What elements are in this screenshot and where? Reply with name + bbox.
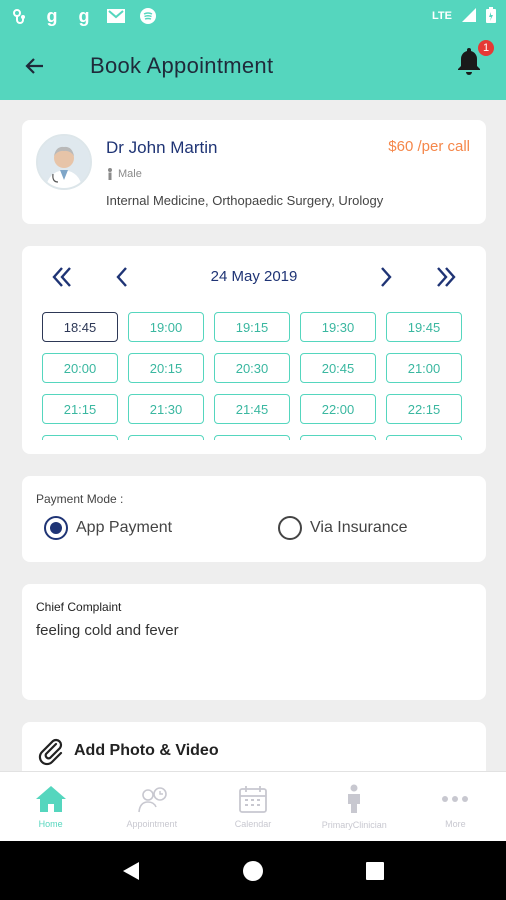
- time-slot[interactable]: 23:30: [386, 435, 462, 440]
- notification-icons: g g: [10, 6, 158, 26]
- system-navigation-bar: [0, 841, 506, 900]
- app-payment-option[interactable]: App Payment: [44, 516, 172, 540]
- doctor-card: Dr John Martin $60 /per call Male Intern…: [22, 120, 486, 224]
- time-slot-card: 24 May 2019 18:45 19:00 19:15 19:30 19:45 20:…: [22, 246, 486, 454]
- next-week-button[interactable]: [426, 260, 466, 294]
- time-slot[interactable]: 19:30: [300, 312, 376, 342]
- nav-item-more[interactable]: More: [405, 772, 506, 841]
- time-slot[interactable]: 19:45: [386, 312, 462, 342]
- time-slot[interactable]: 22:15: [386, 394, 462, 424]
- next-day-button[interactable]: [366, 260, 406, 294]
- doctor-app-icon: [10, 6, 30, 26]
- signal-icon: [462, 7, 476, 25]
- network-label: LTE: [432, 10, 452, 22]
- notification-badge: 1: [478, 40, 494, 56]
- nav-clinician-label: PrimaryClinician: [321, 819, 387, 830]
- time-slot[interactable]: 21:15: [42, 394, 118, 424]
- time-slot[interactable]: 20:15: [128, 353, 204, 383]
- g-icon: g: [46, 5, 58, 26]
- gender-label: Male: [118, 168, 142, 180]
- insurance-radio[interactable]: [278, 516, 302, 540]
- time-slot-grid: 18:45 19:00 19:15 19:30 19:45 20:00 20:15 20:30…: [42, 312, 466, 440]
- app-bar: Book Appointment 1: [0, 32, 506, 100]
- back-button[interactable]: [0, 32, 70, 100]
- insurance-label: Via Insurance: [310, 519, 408, 536]
- chief-complaint-card: Chief Complaint: [22, 584, 486, 700]
- system-recents-button[interactable]: [355, 851, 395, 891]
- doctor-gender: Male: [106, 168, 142, 180]
- battery-icon: [486, 6, 496, 26]
- time-slot[interactable]: 20:00: [42, 353, 118, 383]
- gmail-icon: [106, 6, 126, 26]
- payment-mode-label: Payment Mode :: [36, 492, 124, 506]
- time-slot[interactable]: 20:45: [300, 353, 376, 383]
- spotify-icon: [138, 6, 158, 26]
- notifications-button[interactable]: 1: [456, 40, 494, 82]
- clinician-icon: [348, 784, 361, 813]
- double-chevron-right-icon: [437, 267, 456, 287]
- date-navigator: 24 May 2019: [22, 260, 486, 294]
- time-slot[interactable]: 23:15: [300, 435, 376, 440]
- time-slot[interactable]: 21:30: [128, 394, 204, 424]
- time-slot[interactable]: 21:45: [214, 394, 290, 424]
- nav-item-calendar[interactable]: Calendar: [202, 772, 303, 841]
- nav-home-label: Home: [38, 818, 63, 829]
- nav-item-appointment[interactable]: Appointment: [101, 772, 202, 841]
- add-photo-video-label: Add Photo & Video: [74, 742, 219, 759]
- bottom-navigation: Home Appointment Calendar PrimaryClinici…: [0, 771, 506, 841]
- nav-item-home[interactable]: Home: [0, 772, 101, 841]
- time-slot[interactable]: 19:00: [128, 312, 204, 342]
- time-slot[interactable]: 23:00: [214, 435, 290, 440]
- chief-complaint-input[interactable]: [36, 622, 472, 682]
- calendar-icon: [239, 785, 267, 813]
- selected-date: 24 May 2019: [210, 268, 298, 285]
- appointment-icon: [138, 786, 167, 812]
- app-payment-label: App Payment: [76, 519, 173, 536]
- page-title: Book Appointment: [90, 53, 274, 78]
- circle-home-icon: [243, 860, 263, 881]
- triangle-back-icon: [123, 861, 139, 880]
- time-slot[interactable]: 22:00: [300, 394, 376, 424]
- chief-complaint-label: Chief Complaint: [36, 600, 122, 614]
- nav-appointment-label: Appointment: [126, 818, 178, 829]
- time-slot[interactable]: 20:30: [214, 353, 290, 383]
- status-bar: g g LTE: [0, 0, 506, 32]
- nav-calendar-label: Calendar: [234, 818, 272, 829]
- insurance-option[interactable]: Via Insurance: [278, 516, 408, 540]
- time-slot[interactable]: 18:45: [42, 312, 118, 342]
- time-slot[interactable]: 19:15: [214, 312, 290, 342]
- g-icon: g: [78, 5, 90, 26]
- time-slot[interactable]: 21:00: [386, 353, 462, 383]
- arrow-left-icon: [25, 58, 43, 74]
- consultation-price: $60 /per call: [388, 138, 470, 155]
- nav-item-primary-clinician[interactable]: PrimaryClinician: [304, 772, 405, 841]
- doctor-specialties: Internal Medicine, Orthopaedic Surgery, …: [106, 193, 384, 208]
- doctor-name: Dr John Martin: [106, 138, 218, 157]
- app-payment-radio[interactable]: [44, 516, 68, 540]
- square-recents-icon: [366, 861, 384, 880]
- system-home-button[interactable]: [233, 851, 273, 891]
- system-back-button[interactable]: [111, 851, 151, 891]
- doctor-avatar: [36, 134, 92, 190]
- add-photo-video-button[interactable]: Add Photo & Video: [36, 736, 219, 766]
- time-slot[interactable]: 22:45: [128, 435, 204, 440]
- nav-more-label: More: [445, 818, 466, 829]
- paperclip-icon: [38, 738, 63, 766]
- male-icon: [108, 168, 112, 180]
- more-icon: [442, 795, 469, 802]
- payment-mode-card: Payment Mode : App Payment Via Insurance: [22, 476, 486, 562]
- home-icon: [35, 785, 66, 812]
- chevron-right-icon: [381, 267, 392, 287]
- time-slot[interactable]: 22:30: [42, 435, 118, 440]
- system-status: LTE: [432, 6, 496, 26]
